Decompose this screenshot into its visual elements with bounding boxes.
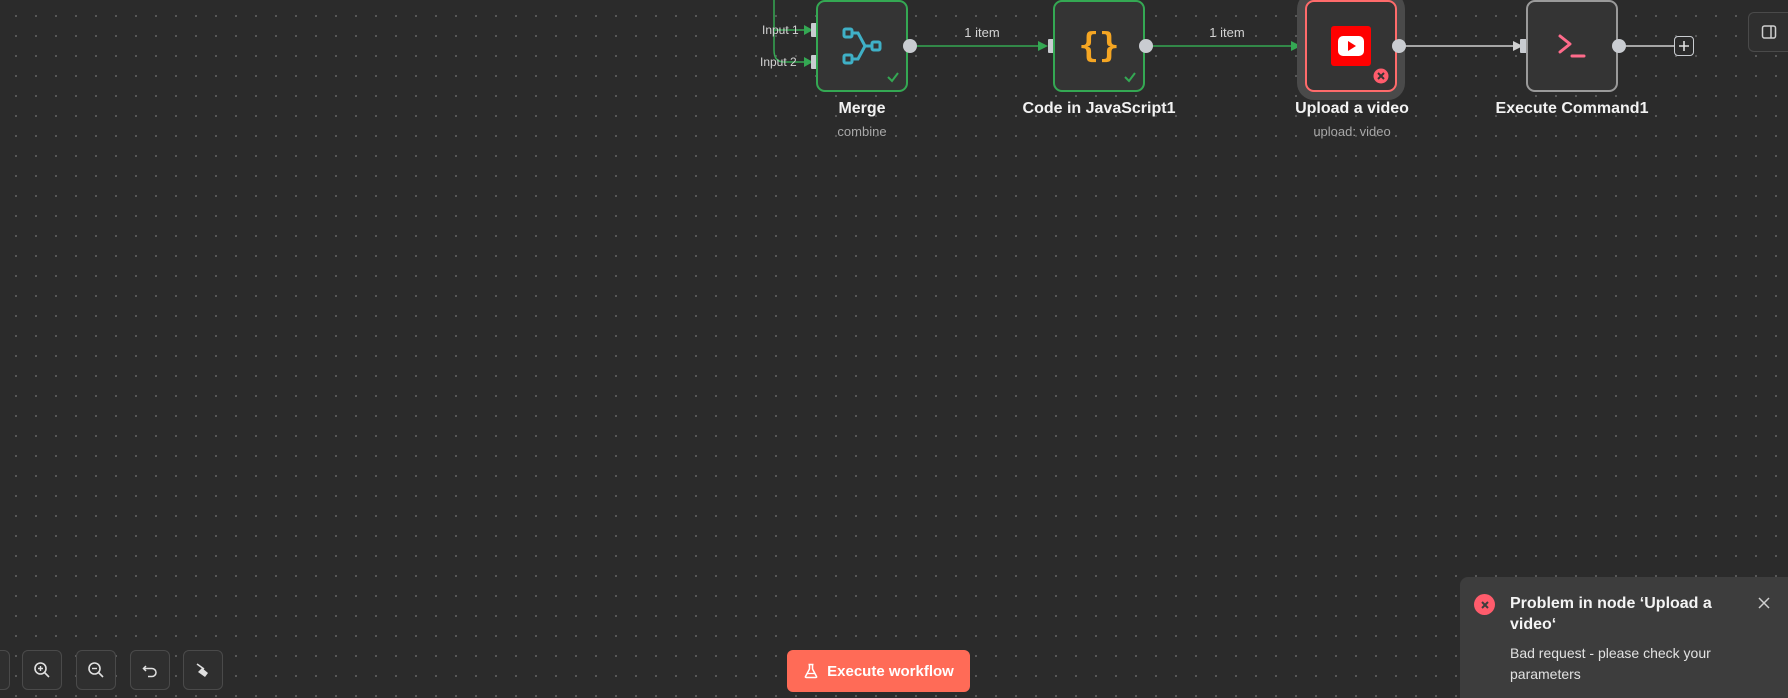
merge-node-title: Merge xyxy=(838,100,886,117)
panel-toggle-button[interactable] xyxy=(1748,12,1788,52)
broom-icon xyxy=(196,663,208,677)
code-node-title: Code in JavaScript1 xyxy=(1022,100,1176,117)
code-output-handle[interactable] xyxy=(1139,39,1153,53)
toast-message: Bad request - please check your paramete… xyxy=(1510,645,1711,682)
merge-node-subtitle: combine xyxy=(837,124,887,139)
undo-icon xyxy=(142,665,157,678)
execute-command-node-title: Execute Command1 xyxy=(1495,100,1649,117)
upload-output-handle[interactable] xyxy=(1392,39,1406,53)
edge-code-upload-label: 1 item xyxy=(1209,25,1245,40)
plus-icon xyxy=(1679,41,1689,51)
upload-node-subtitle: upload: video xyxy=(1313,124,1391,139)
upload-video-node[interactable] xyxy=(1305,0,1397,92)
execute-command-node[interactable] xyxy=(1526,0,1618,92)
flask-icon xyxy=(804,663,818,679)
close-icon[interactable] xyxy=(1756,595,1772,611)
execute-command-output-handle[interactable] xyxy=(1612,39,1626,53)
upload-node-title: Upload a video xyxy=(1295,100,1409,117)
youtube-icon xyxy=(1331,26,1371,66)
error-toast: Problem in node ‘Upload a video‘ Bad req… xyxy=(1460,577,1788,698)
merge-input-2-label: Input 2 xyxy=(760,55,797,69)
execute-workflow-label: Execute workflow xyxy=(827,662,954,680)
sidebar-panel-icon xyxy=(1761,25,1776,39)
error-circle-icon xyxy=(1474,594,1495,615)
svg-text:{}: {} xyxy=(1079,26,1120,66)
terminal-icon xyxy=(1558,34,1586,58)
execute-workflow-button[interactable]: Execute workflow xyxy=(787,650,970,692)
success-check-icon xyxy=(887,72,899,83)
code-node[interactable]: {} xyxy=(1053,0,1145,92)
zoom-out-button[interactable] xyxy=(76,650,116,690)
add-node-button[interactable] xyxy=(1674,36,1694,56)
merge-output-handle[interactable] xyxy=(903,39,917,53)
undo-button[interactable] xyxy=(130,650,170,690)
code-braces-icon: {} xyxy=(1079,26,1120,66)
error-x-icon xyxy=(1373,68,1389,84)
merge-node[interactable] xyxy=(816,0,908,92)
tidy-up-button[interactable] xyxy=(183,650,223,690)
fit-view-button[interactable] xyxy=(0,650,10,690)
merge-input-1-label: Input 1 xyxy=(762,23,799,37)
edge-merge-code-label: 1 item xyxy=(964,25,1000,40)
zoom-in-icon xyxy=(34,662,50,678)
zoom-out-icon xyxy=(88,662,104,678)
zoom-in-button[interactable] xyxy=(22,650,62,690)
merge-icon xyxy=(842,27,882,65)
toast-title: Problem in node ‘Upload a video‘ xyxy=(1510,595,1712,633)
success-check-icon xyxy=(1124,72,1136,83)
